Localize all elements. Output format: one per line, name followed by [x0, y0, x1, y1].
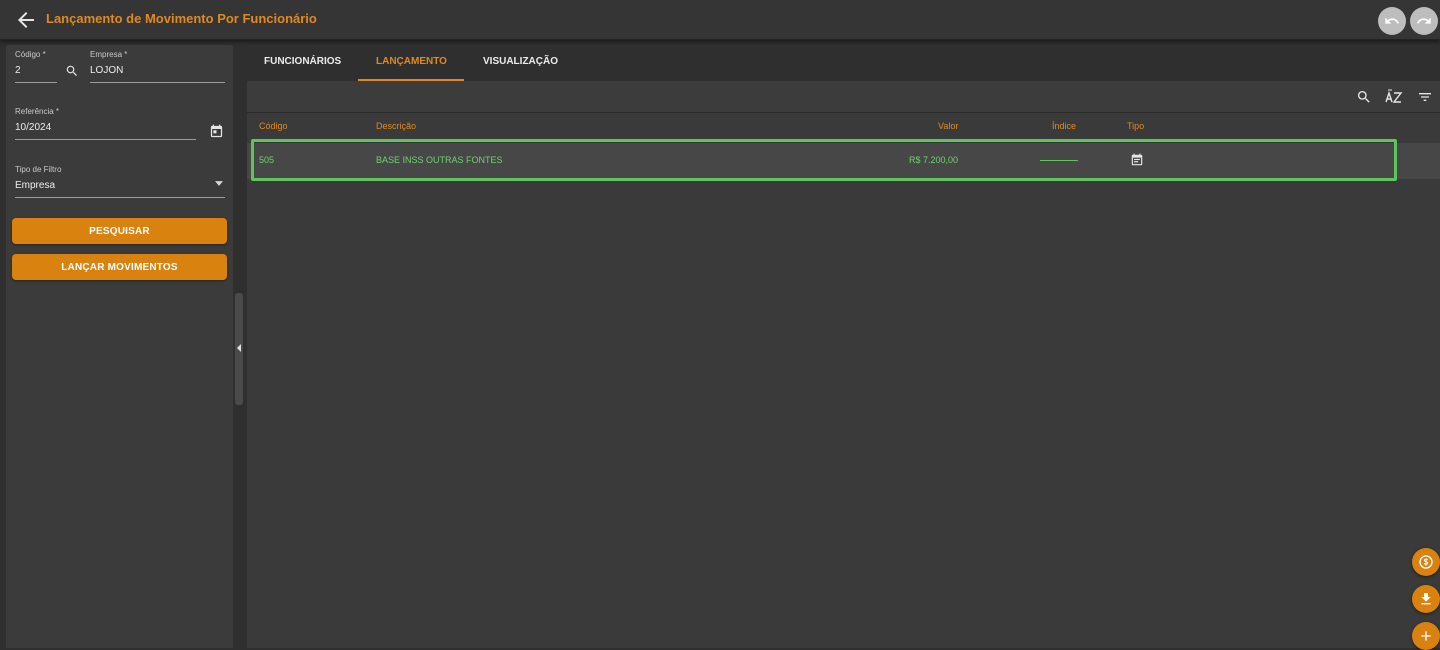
sort-az-icon — [1385, 89, 1403, 103]
grid-filter-button[interactable] — [1417, 89, 1433, 105]
chevron-down-icon — [215, 181, 223, 186]
money-fab[interactable] — [1412, 548, 1440, 576]
add-fab[interactable] — [1412, 622, 1440, 650]
plus-icon — [1421, 631, 1431, 641]
calendar-button[interactable] — [209, 124, 224, 139]
empresa-value[interactable]: LOJON — [90, 65, 225, 79]
grid-sort-button[interactable] — [1385, 89, 1403, 105]
chevron-left-icon — [237, 344, 241, 352]
tab-visualizacao[interactable]: VISUALIZAÇÃO — [483, 56, 558, 67]
tab-funcionarios[interactable]: FUNCIONÁRIOS — [264, 56, 341, 67]
table-header: Código Descrição Valor Índice Tipo — [247, 117, 1440, 135]
empresa-label: Empresa * — [90, 50, 128, 59]
column-tipo[interactable]: Tipo — [1127, 121, 1144, 131]
referencia-field[interactable]: Referência * 10/2024 — [15, 107, 196, 140]
search-icon — [66, 65, 77, 76]
tab-lancamento[interactable]: LANÇAMENTO — [376, 56, 447, 67]
pesquisar-button[interactable]: PESQUISAR — [12, 218, 227, 244]
calendar-icon — [210, 124, 223, 138]
codigo-field[interactable]: Código * 2 — [15, 50, 57, 83]
filter-icon — [1419, 93, 1431, 101]
empresa-field[interactable]: Empresa * LOJON — [90, 50, 225, 83]
panel-collapse-handle[interactable] — [235, 293, 243, 405]
undo-icon — [1385, 17, 1399, 24]
column-valor[interactable]: Valor — [938, 121, 958, 131]
redo-button[interactable] — [1410, 7, 1438, 35]
codigo-underline — [15, 82, 57, 83]
download-icon — [1421, 593, 1431, 605]
codigo-label: Código * — [15, 50, 46, 59]
download-fab[interactable] — [1412, 585, 1440, 613]
empresa-underline — [90, 82, 225, 83]
lancar-movimentos-button[interactable]: LANÇAR MOVIMENTOS — [12, 254, 227, 280]
column-indice[interactable]: Índice — [1052, 121, 1076, 131]
codigo-value[interactable]: 2 — [15, 65, 57, 79]
redo-icon — [1417, 17, 1431, 24]
referencia-label: Referência * — [15, 107, 60, 116]
page-title: Lançamento de Movimento Por Funcionário — [46, 11, 317, 26]
tipo-filtro-value[interactable]: Empresa — [15, 180, 225, 194]
undo-button[interactable] — [1378, 7, 1406, 35]
main-content: FUNCIONÁRIOS LANÇAMENTO VISUALIZAÇÃO Cód… — [247, 45, 1440, 648]
search-icon — [1358, 91, 1370, 103]
tipo-filtro-select[interactable]: Tipo de Filtro Empresa — [15, 165, 225, 198]
back-button[interactable] — [14, 8, 38, 32]
arrow-left-icon — [18, 12, 34, 28]
grid-search-button[interactable] — [1356, 89, 1372, 105]
column-descricao[interactable]: Descrição — [376, 121, 416, 131]
grid-toolbar — [247, 81, 1440, 113]
referencia-underline — [15, 139, 196, 140]
tab-bar: FUNCIONÁRIOS LANÇAMENTO VISUALIZAÇÃO — [247, 45, 1440, 81]
column-codigo[interactable]: Código — [259, 121, 288, 131]
referencia-value[interactable]: 10/2024 — [15, 122, 196, 136]
dollar-icon — [1419, 555, 1433, 569]
tipo-filtro-label: Tipo de Filtro — [15, 165, 62, 174]
empresa-search-button[interactable] — [65, 64, 79, 78]
tipo-filtro-underline — [15, 197, 225, 198]
app-header: Lançamento de Movimento Por Funcionário — [0, 0, 1440, 40]
filter-panel: Código * 2 Empresa * LOJON Referência * … — [6, 45, 233, 648]
row-selection-outline — [251, 139, 1397, 181]
